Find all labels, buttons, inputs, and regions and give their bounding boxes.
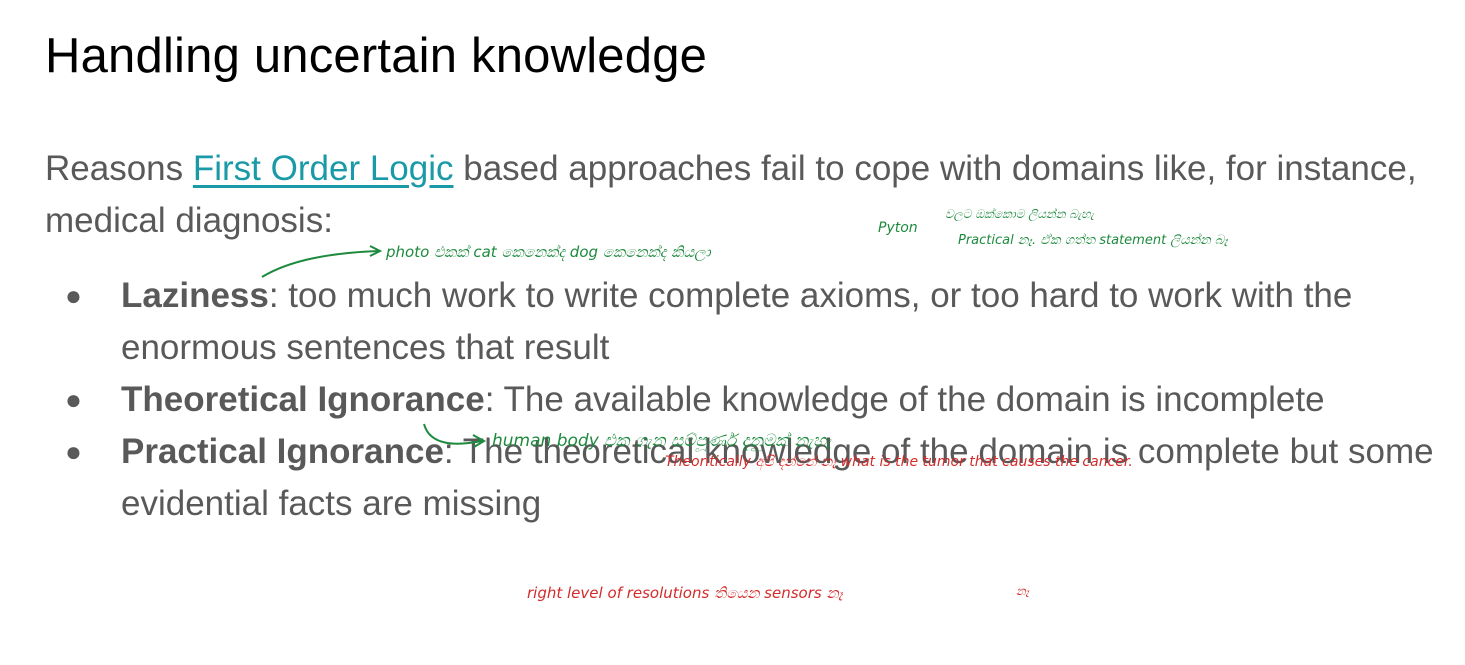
intro-paragraph: Reasons First Order Logic based approach… bbox=[45, 143, 1445, 247]
note-resolution-extra: නෑ bbox=[1016, 584, 1030, 598]
laziness-arrow-head bbox=[369, 245, 383, 257]
bullet-dot-icon: ● bbox=[65, 384, 82, 415]
bullet-term: Laziness bbox=[121, 276, 269, 315]
bullet-practical-ignorance: ● Practical Ignorance: The theoretical k… bbox=[45, 426, 1445, 530]
bullet-theoretical-ignorance: ● Theoretical Ignorance: The available k… bbox=[45, 374, 1445, 426]
bullet-text: : too much work to write complete axioms… bbox=[121, 276, 1353, 367]
reasons-list: ● Laziness: too much work to write compl… bbox=[45, 270, 1445, 530]
bullet-laziness: ● Laziness: too much work to write compl… bbox=[45, 270, 1445, 374]
bullet-term: Practical Ignorance bbox=[121, 432, 444, 471]
bullet-term: Theoretical Ignorance bbox=[121, 380, 485, 419]
slide-title: Handling uncertain knowledge bbox=[45, 29, 708, 83]
note-resolution: right level of resolutions තියෙන sensors… bbox=[527, 584, 844, 602]
bullet-text: : The available knowledge of the domain … bbox=[484, 380, 1325, 419]
intro-text-before: Reasons bbox=[45, 149, 193, 188]
bullet-dot-icon: ● bbox=[65, 436, 82, 467]
first-order-logic-link[interactable]: First Order Logic bbox=[193, 149, 454, 188]
bullet-dot-icon: ● bbox=[65, 280, 82, 311]
